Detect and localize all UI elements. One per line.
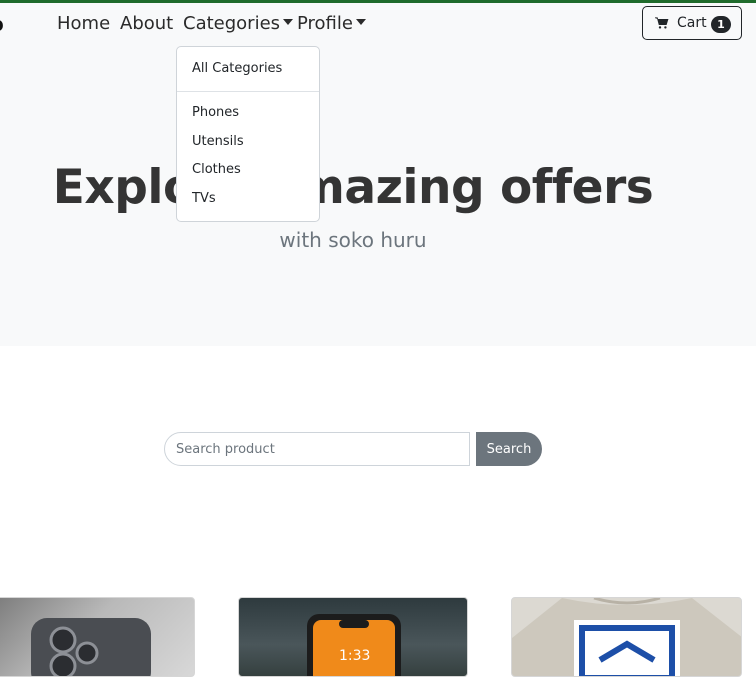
nav-about-link[interactable]: About (120, 13, 173, 34)
cart-label: Cart (677, 15, 707, 31)
search-button[interactable]: Search (476, 432, 542, 466)
nav-categories-label: Categories (183, 13, 281, 34)
dropdown-item-clothes[interactable]: Clothes (192, 162, 241, 177)
categories-dropdown-menu: All Categories Phones Utensils Clothes T… (176, 46, 320, 222)
dropdown-divider (177, 91, 319, 92)
nav-profile-label: Profile (297, 13, 353, 34)
dropdown-item-utensils[interactable]: Utensils (192, 134, 244, 149)
navbar: o Home About Categories Profile Cart 1 (0, 3, 756, 46)
nav-categories-toggle[interactable]: Categories (183, 13, 294, 34)
brand-logo[interactable]: o (0, 12, 4, 36)
product-card-phone-2[interactable]: 1:33 (238, 597, 468, 677)
hero-subtitle: with soko huru (279, 228, 427, 252)
product-card-clothes[interactable] (511, 597, 742, 677)
search-form: Search (164, 432, 542, 466)
cart-count-badge: 1 (711, 16, 731, 33)
svg-text:1:33: 1:33 (339, 648, 370, 664)
dropdown-item-tvs[interactable]: TVs (192, 191, 216, 206)
caret-down-icon (355, 19, 366, 25)
product-image (31, 618, 151, 676)
hero-section: Explore amazing offers with soko huru (0, 46, 756, 346)
nav-home-link[interactable]: Home (57, 13, 110, 34)
dropdown-item-all-categories[interactable]: All Categories (192, 61, 282, 76)
product-card-phone[interactable] (0, 597, 195, 677)
dropdown-item-phones[interactable]: Phones (192, 105, 239, 120)
search-input[interactable] (164, 432, 470, 466)
cart-icon (655, 17, 669, 29)
product-image (512, 598, 741, 676)
cart-button[interactable]: Cart 1 (642, 6, 742, 40)
caret-down-icon (283, 19, 294, 25)
product-image: 1:33 (307, 614, 401, 676)
hero-title: Explore amazing offers (52, 160, 654, 215)
nav-profile-toggle[interactable]: Profile (297, 13, 366, 34)
